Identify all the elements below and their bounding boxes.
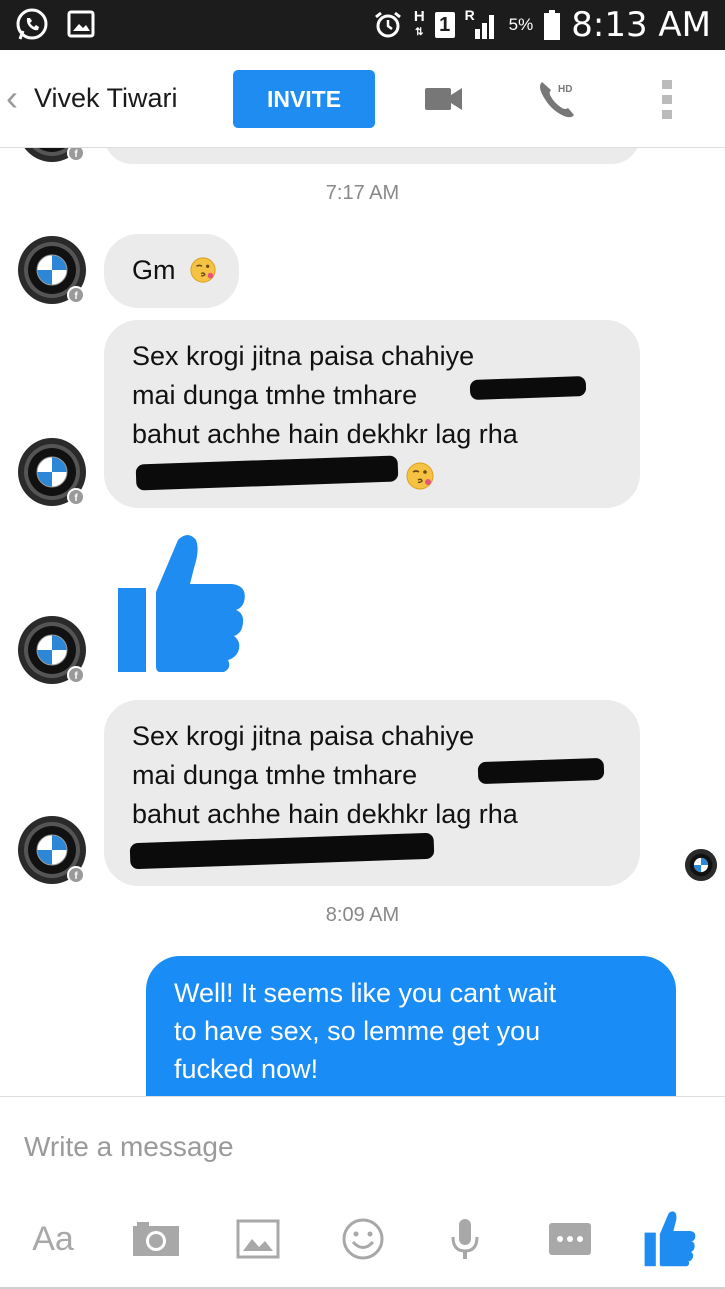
battery-percent: 5%	[508, 15, 534, 34]
more-icon[interactable]	[542, 1209, 598, 1269]
microphone-icon[interactable]	[440, 1209, 490, 1269]
message-line: to have sex, so lemme get you	[174, 1016, 541, 1046]
sender-avatar[interactable]	[16, 234, 88, 306]
overflow-menu-icon[interactable]	[660, 78, 674, 120]
message-text: Gm	[132, 255, 176, 285]
message-line: fucked now!	[174, 1054, 319, 1084]
gallery-icon[interactable]	[232, 1209, 284, 1269]
message-list[interactable]: 7:17 AM Gm Sex krogi jitna paisa chahiye…	[0, 148, 725, 1096]
alarm-icon	[374, 11, 401, 38]
sender-avatar[interactable]	[16, 148, 88, 164]
clock: 8:13 AM	[571, 5, 711, 45]
thumbs-up-sticker[interactable]	[118, 534, 250, 674]
network-type-indicator: H ⇅	[413, 8, 425, 38]
kiss-emoji-icon	[189, 256, 217, 284]
composer-toolbar: Aa	[0, 1209, 725, 1269]
emoji-icon[interactable]	[336, 1209, 390, 1269]
timestamp: 7:17 AM	[325, 182, 400, 204]
text-format-button[interactable]: Aa	[26, 1209, 80, 1269]
message-input[interactable]	[24, 1127, 704, 1167]
conversation-header: ‹ Vivek Tiwari INVITE HD	[0, 50, 725, 148]
sender-avatar[interactable]	[16, 814, 88, 886]
status-bar: H ⇅ 1 R 5% 8:13 AM	[0, 0, 725, 50]
message-line: Well! It seems like you cant wait	[174, 978, 557, 1008]
sim-slot-indicator: 1	[434, 12, 455, 38]
sender-avatar[interactable]	[16, 614, 88, 686]
previous-message-bubble[interactable]	[104, 148, 640, 164]
redaction-scribble	[469, 375, 587, 401]
timestamp: 8:09 AM	[325, 904, 400, 926]
message-line: Sex krogi jitna paisa chahiye	[132, 721, 475, 751]
message-line: Sex krogi jitna paisa chahiye	[132, 341, 475, 371]
contact-name[interactable]: Vivek Tiwari	[34, 83, 178, 114]
whatsapp-icon	[16, 8, 48, 40]
gallery-notification-icon	[67, 10, 95, 38]
thumbs-up-icon[interactable]	[640, 1209, 702, 1269]
camera-icon[interactable]	[126, 1209, 186, 1269]
signal-icon: R	[465, 7, 499, 41]
battery-icon	[544, 10, 561, 40]
message-composer: Aa	[0, 1096, 725, 1289]
message-line: bahut achhe hain dekhkr lag rha	[132, 419, 518, 449]
kiss-emoji-icon	[405, 461, 435, 491]
message-bubble[interactable]: Gm	[104, 234, 240, 308]
sender-avatar[interactable]	[16, 436, 88, 508]
video-camera-icon[interactable]	[424, 84, 464, 114]
invite-button[interactable]: INVITE	[233, 70, 375, 128]
redaction-scribble	[477, 757, 605, 785]
hd-label: HD	[558, 84, 573, 95]
outgoing-message-bubble[interactable]: Well! It seems like you cant wait to hav…	[146, 956, 676, 1096]
message-line: bahut achhe hain dekhkr lag rha	[132, 799, 518, 829]
back-chevron-icon[interactable]: ‹	[6, 80, 18, 116]
phone-hd-icon[interactable]: HD	[536, 76, 580, 120]
seen-receipt-avatar	[684, 848, 718, 882]
